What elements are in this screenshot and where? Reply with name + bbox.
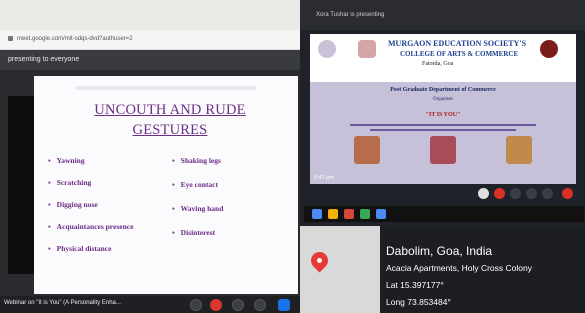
folder-icon[interactable] <box>328 209 338 219</box>
presenting-banner: presenting to everyone <box>0 50 300 70</box>
slide-watermark <box>76 86 256 90</box>
present-icon[interactable] <box>278 299 290 311</box>
college-logo-icon <box>318 40 336 58</box>
hand-icon[interactable] <box>254 299 266 311</box>
presenter-tile <box>8 96 34 274</box>
department-name: Post Graduate Department of Commerce <box>390 87 496 93</box>
location-address: Acacia Apartments, Holy Cross Colony <box>386 263 532 273</box>
location-city: Dabolim, Goa, India <box>386 244 493 258</box>
college-name: COLLEGE OF ARTS & COMMERCE <box>400 50 519 58</box>
location-long: Long 73.853484° <box>386 297 451 307</box>
poster-text-line <box>370 129 516 131</box>
camera-icon[interactable] <box>210 299 222 311</box>
location-lat: Lat 15.397177° <box>386 280 444 290</box>
slide-title-line2: GESTURES <box>132 122 208 138</box>
list-item: Yawning <box>48 156 85 165</box>
list-item: Physical distance <box>48 244 112 253</box>
end-call-icon[interactable] <box>562 188 573 199</box>
webinar-poster: MURGAON EDUCATION SOCIETY'S COLLEGE OF A… <box>310 34 576 184</box>
meeting-title: Webinar on "It is You" (A Personality En… <box>4 300 121 306</box>
webinar-theme: "IT IS YOU" <box>425 112 461 118</box>
mic-icon[interactable] <box>190 299 202 311</box>
list-item: Eye contact <box>172 180 218 189</box>
presenter-text: Xora Tushar is presenting <box>316 12 385 18</box>
speaker-photo <box>506 136 532 164</box>
college-place: Fatorda, Goa <box>422 61 454 67</box>
slide-title-line1: UNCOUTH AND RUDE <box>94 102 246 118</box>
list-item: Disinterest <box>172 228 215 237</box>
slide-title: UNCOUTH AND RUDE GESTURES <box>60 100 280 140</box>
mic-icon[interactable] <box>478 188 489 199</box>
poster-text-line <box>350 124 536 126</box>
speaker-photo <box>354 136 380 164</box>
list-item: Waving hand <box>172 204 224 213</box>
camera-icon[interactable] <box>494 188 505 199</box>
presenting-bar: Xora Tushar is presenting <box>300 0 585 30</box>
society-name: MURGAON EDUCATION SOCIETY'S <box>388 39 527 48</box>
present-icon[interactable] <box>526 188 537 199</box>
poster-header: MURGAON EDUCATION SOCIETY'S COLLEGE OF A… <box>310 34 576 82</box>
app-icon[interactable] <box>376 209 386 219</box>
organises-text: Organises <box>433 97 453 102</box>
list-item: Scratching <box>48 178 92 187</box>
url-text: meet.google.com/mit-sdqs-dvd?authuser=2 <box>17 36 133 43</box>
captions-icon[interactable] <box>232 299 244 311</box>
start-icon[interactable] <box>312 209 322 219</box>
list-item: Shaking legs <box>172 156 221 165</box>
list-item: Acquaintances presence <box>48 222 134 231</box>
location-pin-dot <box>317 258 322 263</box>
app-icon[interactable] <box>344 209 354 219</box>
list-item: Digging nose <box>48 200 98 209</box>
status-time: 5:47 pm <box>314 175 334 181</box>
lock-icon <box>8 36 13 41</box>
speaker-photo <box>430 136 456 164</box>
meet-screen-photo: meet.google.com/mit-sdqs-dvd?authuser=2 … <box>0 0 300 313</box>
captions-icon[interactable] <box>510 188 521 199</box>
address-bar[interactable]: meet.google.com/mit-sdqs-dvd?authuser=2 <box>0 30 300 50</box>
more-icon[interactable] <box>542 188 553 199</box>
map-thumbnail <box>300 226 380 313</box>
emblem-icon <box>358 40 376 58</box>
crest-icon <box>540 40 558 58</box>
browser-icon[interactable] <box>360 209 370 219</box>
